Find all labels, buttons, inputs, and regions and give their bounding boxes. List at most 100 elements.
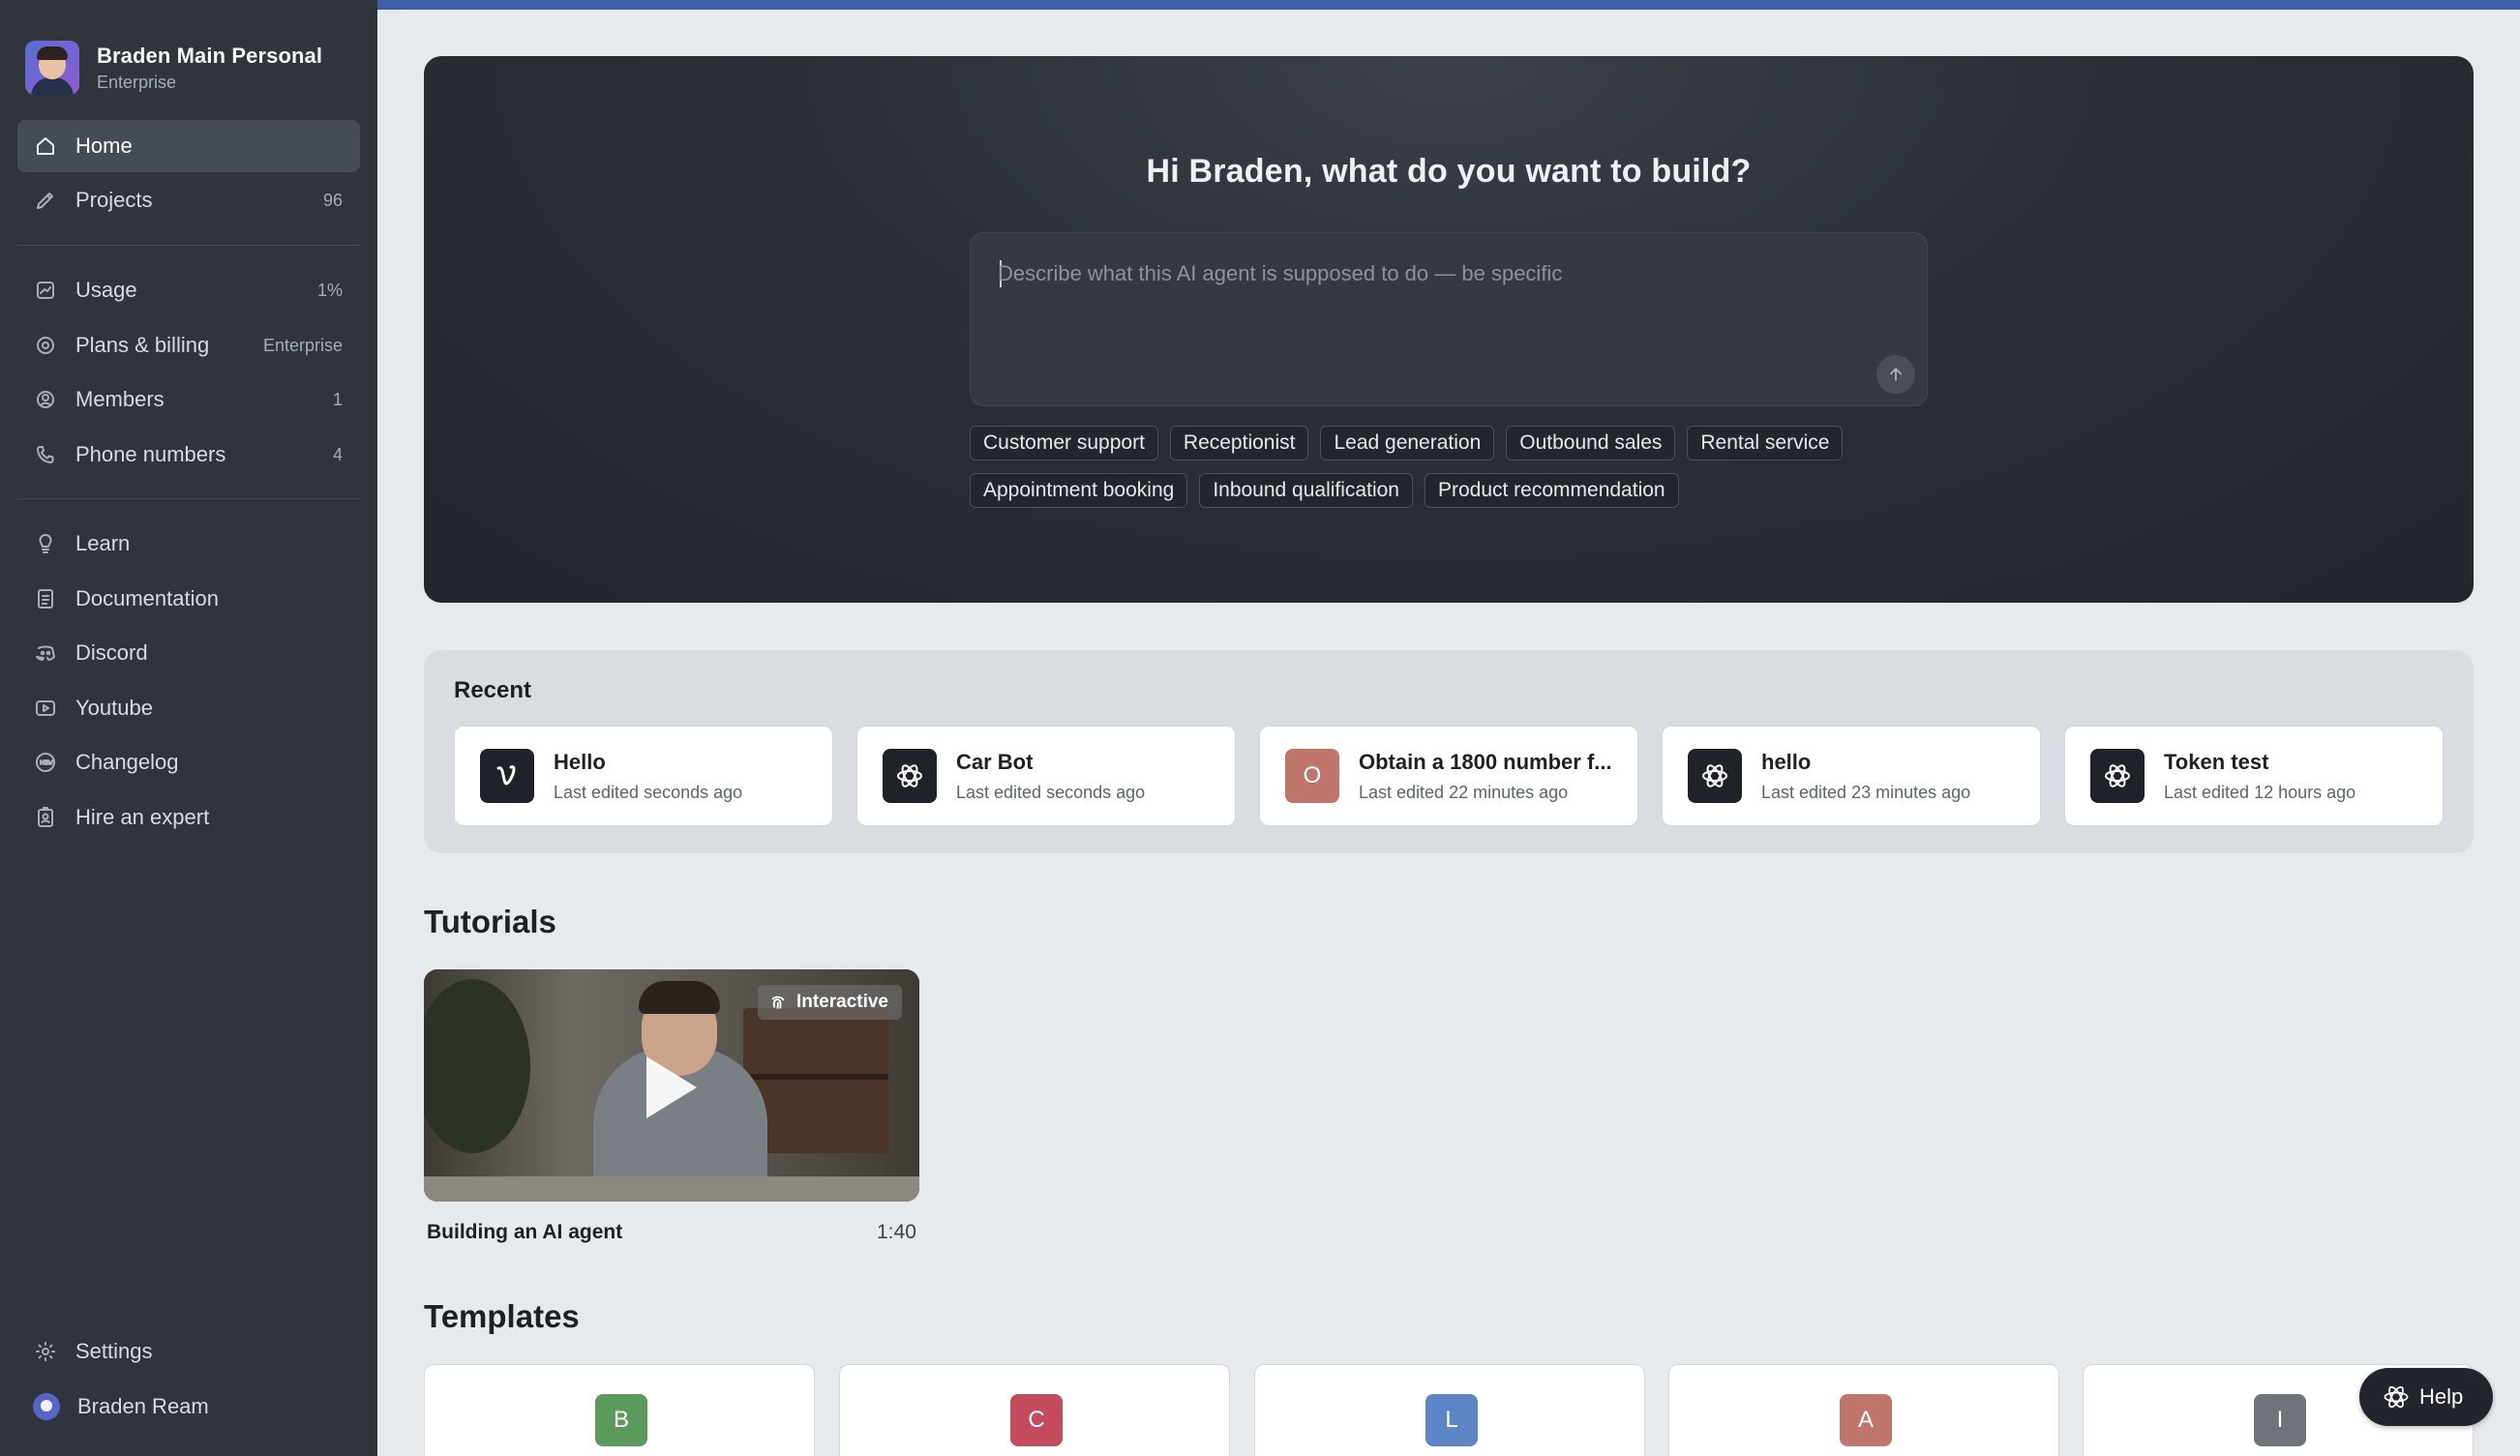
template-avatar: B [595, 1394, 647, 1446]
sidebar-item-label: Documentation [75, 586, 219, 610]
sidebar-item-home[interactable]: Home [17, 120, 360, 172]
avatar [33, 1393, 60, 1420]
phone-icon [33, 442, 58, 467]
prompt-box[interactable] [970, 232, 1928, 406]
agent-logo-icon [2384, 1385, 2409, 1409]
project-name: Hello [554, 749, 606, 774]
usage-value: 1% [316, 280, 343, 300]
user-circle-icon [33, 387, 58, 412]
pencil-icon [33, 188, 58, 213]
phone-numbers-count: 4 [332, 444, 343, 464]
template-avatar: L [1425, 1394, 1478, 1446]
chip-outbound-sales[interactable]: Outbound sales [1506, 426, 1676, 461]
project-last-edited: Last edited seconds ago [956, 782, 1146, 802]
chip-appointment-booking[interactable]: Appointment booking [970, 473, 1188, 508]
plan-value: Enterprise [262, 335, 343, 355]
projects-count: 96 [322, 190, 343, 210]
templates-title: Templates [424, 1298, 580, 1334]
template-card[interactable]: C [839, 1364, 1230, 1456]
workspace-plan: Enterprise [97, 72, 177, 92]
template-card[interactable]: A [1668, 1364, 2059, 1456]
sidebar-item-projects[interactable]: Projects 96 [17, 174, 360, 226]
interactive-badge: Interactive [757, 985, 902, 1020]
template-avatar: C [1010, 1394, 1063, 1446]
chip-receptionist[interactable]: Receptionist [1169, 426, 1309, 461]
project-last-edited: Last edited seconds ago [554, 782, 743, 802]
sidebar-item-learn[interactable]: Learn [17, 518, 360, 570]
sidebar-item-label: Home [75, 134, 133, 158]
recent-project-card[interactable]: Car Bot Last edited seconds ago [856, 726, 1236, 826]
sidebar-item-label: Hire an expert [75, 805, 210, 829]
user-name: Braden Ream [77, 1394, 209, 1418]
sidebar-item-documentation[interactable]: Documentation [17, 573, 360, 625]
project-last-edited: Last edited 12 hours ago [2164, 782, 2356, 802]
sidebar-item-members[interactable]: Members 1 [17, 373, 360, 426]
project-last-edited: Last edited 23 minutes ago [1761, 782, 1971, 802]
play-icon[interactable] [646, 1056, 697, 1118]
sidebar-item-plans-billing[interactable]: Plans & billing Enterprise [17, 319, 360, 371]
sidebar-item-label: Settings [75, 1339, 153, 1363]
sidebar-item-discord[interactable]: Discord [17, 627, 360, 679]
arrow-up-icon [1890, 368, 1902, 381]
sidebar-item-label: Youtube [75, 696, 153, 720]
sidebar-item-phone-numbers[interactable]: Phone numbers 4 [17, 429, 360, 481]
tutorial-video-title[interactable]: Building an AI agent [427, 1221, 622, 1244]
chart-icon [33, 278, 58, 303]
top-accent-bar [377, 0, 2520, 10]
workspace-name: Braden Main Personal [97, 43, 323, 68]
lightbulb-icon [33, 531, 58, 556]
sidebar-item-label: Members [75, 387, 165, 411]
recent-project-card[interactable]: Token test Last edited 12 hours ago [2064, 726, 2444, 826]
recent-project-card[interactable]: Hello Last edited seconds ago [454, 726, 833, 826]
recent-section: Recent Hello Last edited seconds ago Car… [424, 650, 2474, 853]
sidebar-divider [17, 498, 360, 499]
chip-rental-service[interactable]: Rental service [1687, 426, 1844, 461]
sidebar-item-label: Plans & billing [75, 333, 210, 357]
template-avatar: A [1840, 1394, 1892, 1446]
template-card[interactable]: L [1254, 1364, 1645, 1456]
recent-title: Recent [454, 677, 532, 703]
recent-project-card[interactable]: hello Last edited 23 minutes ago [1662, 726, 2041, 826]
template-card[interactable]: B [424, 1364, 815, 1456]
billing-icon [33, 333, 58, 358]
workspace-switcher[interactable]: Braden Main Personal Enterprise [25, 41, 322, 95]
project-name: Token test [2164, 749, 2269, 774]
v-logo-icon [480, 749, 534, 803]
help-button[interactable]: Help [2359, 1368, 2493, 1426]
user-profile[interactable]: Braden Ream [17, 1381, 360, 1433]
chip-inbound-qualification[interactable]: Inbound qualification [1199, 473, 1413, 508]
sidebar-item-label: Phone numbers [75, 442, 226, 466]
send-button[interactable] [1876, 355, 1915, 394]
chip-lead-generation[interactable]: Lead generation [1320, 426, 1495, 461]
gear-icon [33, 1339, 58, 1364]
project-last-edited: Last edited 22 minutes ago [1359, 782, 1569, 802]
badge-icon [33, 805, 58, 830]
discord-icon [33, 640, 58, 666]
sidebar-item-changelog[interactable]: Changelog [17, 736, 360, 788]
suggestion-chips-row-2: Appointment booking Inbound qualificatio… [970, 473, 1679, 508]
chip-customer-support[interactable]: Customer support [970, 426, 1158, 461]
agent-description-input[interactable] [998, 254, 1869, 293]
sidebar-item-label: Usage [75, 278, 137, 302]
workspace-avatar [25, 41, 79, 95]
chip-product-recommendation[interactable]: Product recommendation [1424, 473, 1679, 508]
tutorials-title: Tutorials [424, 904, 556, 939]
project-name: Obtain a 1800 number f... [1359, 749, 1612, 774]
members-count: 1 [332, 389, 343, 409]
agent-logo-icon [1688, 749, 1742, 803]
sidebar-item-label: Discord [75, 640, 148, 665]
letter-avatar: O [1285, 749, 1339, 803]
agent-logo-icon [883, 749, 937, 803]
tutorial-video-thumbnail[interactable]: Interactive [424, 969, 919, 1202]
fingerprint-icon [771, 995, 785, 1009]
new-badge-icon [33, 750, 58, 775]
sidebar-item-hire-expert[interactable]: Hire an expert [17, 791, 360, 844]
sidebar-item-label: Projects [75, 188, 153, 212]
sidebar-item-usage[interactable]: Usage 1% [17, 264, 360, 316]
hero-title: Hi Braden, what do you want to build? [1146, 153, 1752, 190]
sidebar-item-youtube[interactable]: Youtube [17, 682, 360, 734]
agent-logo-icon [2090, 749, 2145, 803]
sidebar-item-settings[interactable]: Settings [17, 1325, 360, 1378]
youtube-icon [33, 696, 58, 721]
recent-project-card[interactable]: O Obtain a 1800 number f... Last edited … [1259, 726, 1638, 826]
